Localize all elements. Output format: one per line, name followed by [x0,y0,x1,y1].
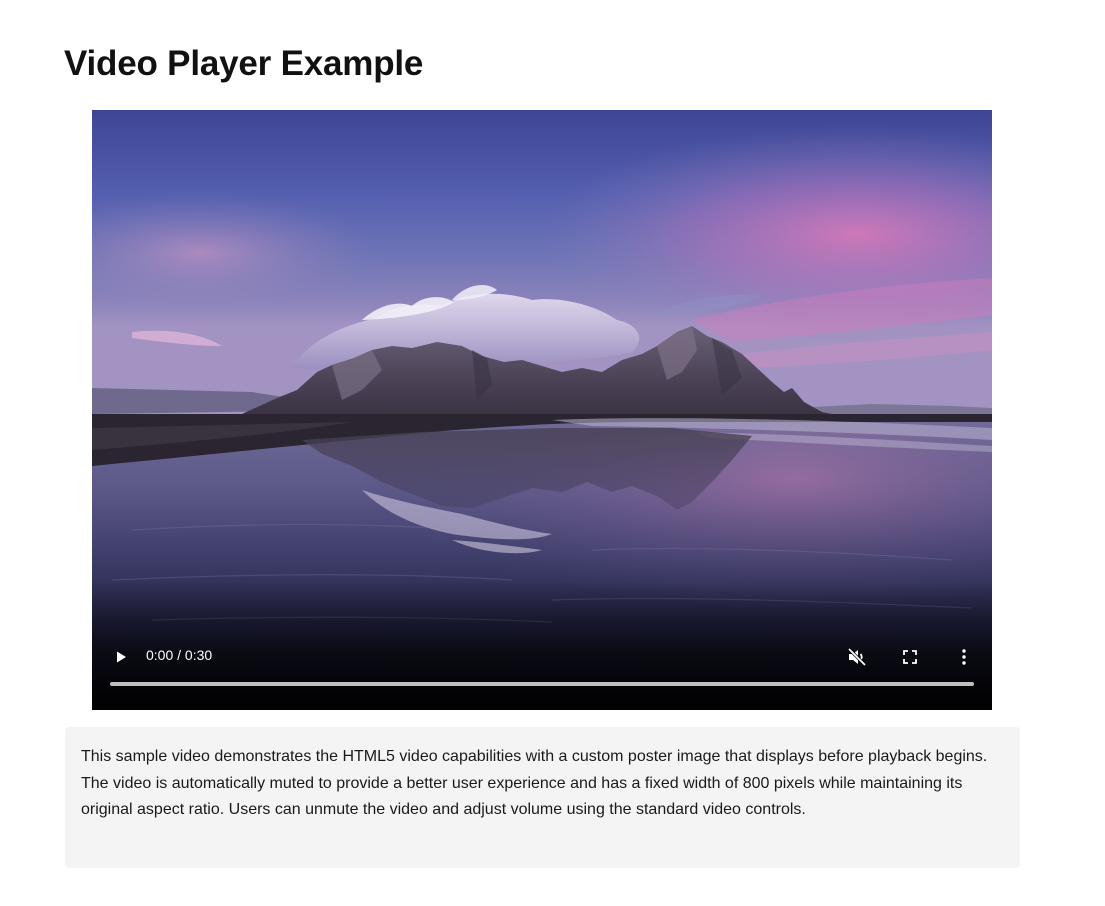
progress-bar[interactable] [110,682,974,686]
more-vertical-icon [962,649,966,665]
page-title: Video Player Example [64,44,424,83]
volume-muted-icon [847,647,867,667]
page: Video Player Example 0:00 / 0:30 This sa… [0,0,1105,906]
mute-button[interactable] [843,643,871,671]
video-player[interactable]: 0:00 / 0:30 [92,110,992,710]
fullscreen-icon [903,650,917,664]
time-display: 0:00 / 0:30 [146,647,213,663]
description-box: This sample video demonstrates the HTML5… [65,727,1020,868]
fullscreen-button[interactable] [896,643,924,671]
more-options-button[interactable] [950,643,978,671]
play-button[interactable] [108,644,134,670]
play-icon [117,651,126,663]
description-text: This sample video demonstrates the HTML5… [81,748,988,818]
